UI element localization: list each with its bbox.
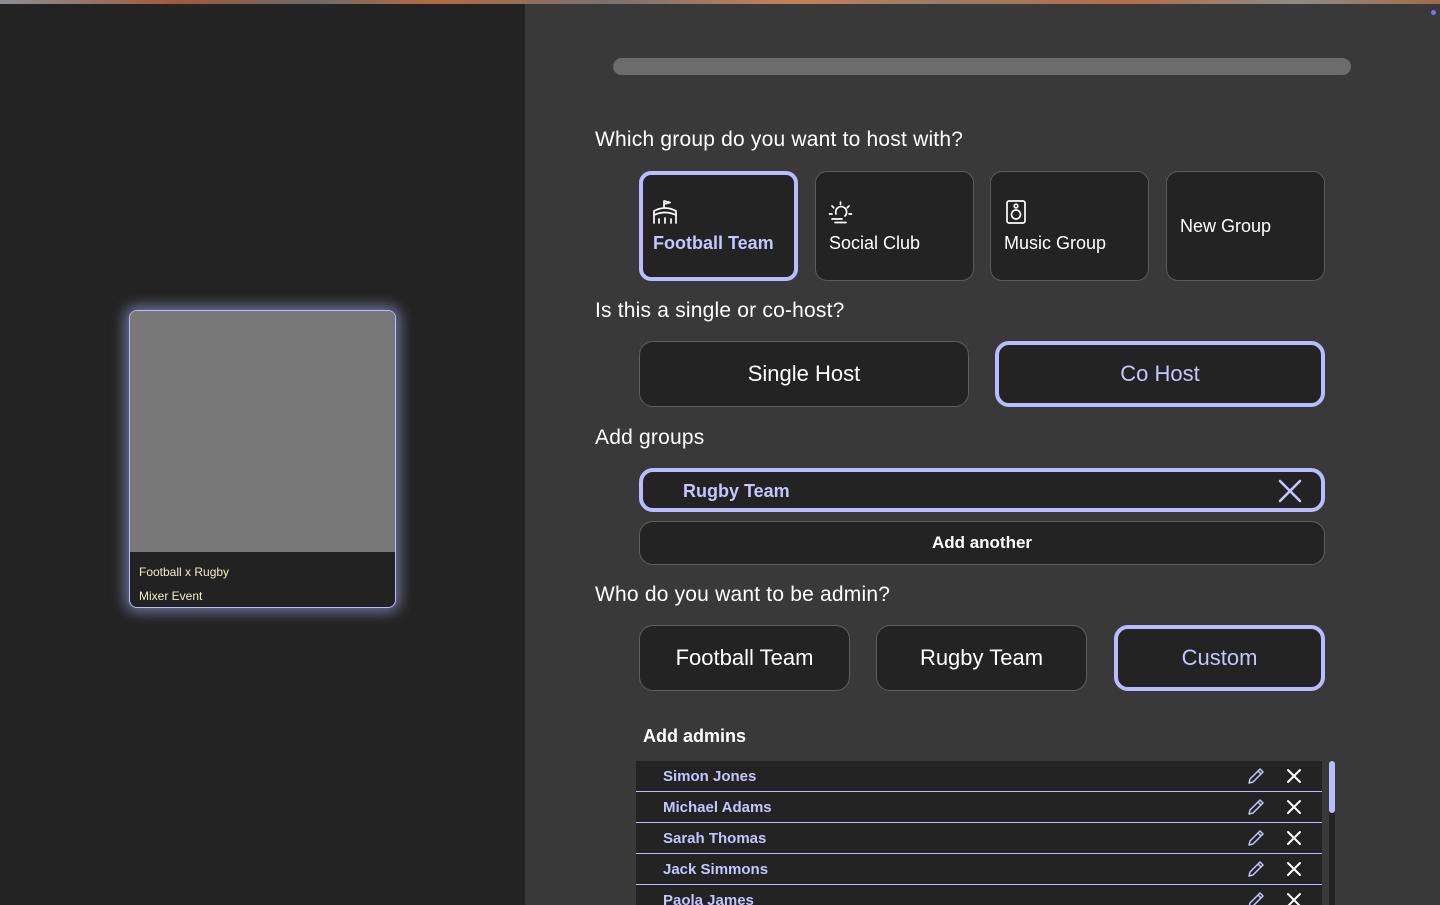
group-option-new-group[interactable]: New Group xyxy=(1166,171,1325,281)
event-preview-title: Football x Rugby xyxy=(139,565,230,579)
admin-option-football-team[interactable]: Football Team xyxy=(639,625,850,691)
status-dot xyxy=(1431,10,1436,15)
added-group-label: Rugby Team xyxy=(683,481,790,501)
admin-name: Michael Adams xyxy=(663,799,772,816)
pencil-icon[interactable] xyxy=(1247,891,1265,905)
speaker-icon xyxy=(1003,199,1029,225)
admin-name: Sarah Thomas xyxy=(663,830,767,847)
added-group-chip: Rugby Team xyxy=(639,468,1325,512)
pencil-icon[interactable] xyxy=(1247,767,1265,785)
scrollbar-thumb[interactable] xyxy=(1329,761,1335,813)
admin-option-rugby-team[interactable]: Rugby Team xyxy=(876,625,1087,691)
event-preview-caption: Football x Rugby Mixer Event xyxy=(130,552,395,607)
progress-bar xyxy=(613,58,1351,75)
co-host-button[interactable]: Co Host xyxy=(995,341,1325,407)
group-option-label: Music Group xyxy=(1004,233,1107,253)
host-group-question: Which group do you want to host with? xyxy=(595,128,964,151)
admin-list-scrollbar[interactable] xyxy=(1329,761,1335,905)
close-icon[interactable] xyxy=(1277,478,1303,504)
close-icon[interactable] xyxy=(1286,861,1302,877)
admin-list: Simon Jones Michael Adams Sarah Thomas J… xyxy=(636,761,1322,905)
admin-row: Paola James xyxy=(636,885,1322,905)
single-host-button[interactable]: Single Host xyxy=(639,341,969,407)
event-preview-image xyxy=(130,311,395,552)
sun-icon xyxy=(828,199,854,225)
group-option-football-team[interactable]: Football Team xyxy=(639,171,798,281)
admin-row: Michael Adams xyxy=(636,792,1322,823)
admin-name: Jack Simmons xyxy=(663,861,769,878)
admin-option-custom[interactable]: Custom xyxy=(1114,625,1325,691)
pencil-icon[interactable] xyxy=(1247,798,1265,816)
add-groups-question: Add groups xyxy=(595,426,705,449)
admin-name: Simon Jones xyxy=(663,768,757,785)
close-icon[interactable] xyxy=(1286,830,1302,846)
host-type-question: Is this a single or co-host? xyxy=(595,299,845,322)
group-option-label: Social Club xyxy=(829,233,921,253)
close-icon[interactable] xyxy=(1286,799,1302,815)
close-icon[interactable] xyxy=(1286,768,1302,784)
add-admins-heading: Add admins xyxy=(643,726,747,746)
pencil-icon[interactable] xyxy=(1247,860,1265,878)
admin-row: Simon Jones xyxy=(636,761,1322,792)
admin-row: Jack Simmons xyxy=(636,854,1322,885)
group-option-label: Football Team xyxy=(653,233,774,253)
add-another-button[interactable]: Add another xyxy=(639,521,1325,565)
admin-question: Who do you want to be admin? xyxy=(595,583,891,606)
admin-name: Paola James xyxy=(663,892,754,905)
group-option-label: New Group xyxy=(1180,216,1272,236)
event-preview-card: Football x Rugby Mixer Event xyxy=(129,310,396,608)
group-option-music-group[interactable]: Music Group xyxy=(990,171,1149,281)
group-option-social-club[interactable]: Social Club xyxy=(815,171,974,281)
stadium-icon xyxy=(652,199,678,225)
close-icon[interactable] xyxy=(1286,892,1302,905)
pencil-icon[interactable] xyxy=(1247,829,1265,847)
preview-pane: Football x Rugby Mixer Event xyxy=(0,4,525,905)
admin-row: Sarah Thomas xyxy=(636,823,1322,854)
form-pane: Which group do you want to host with? Fo… xyxy=(525,4,1440,905)
event-preview-subtitle: Mixer Event xyxy=(139,589,203,603)
